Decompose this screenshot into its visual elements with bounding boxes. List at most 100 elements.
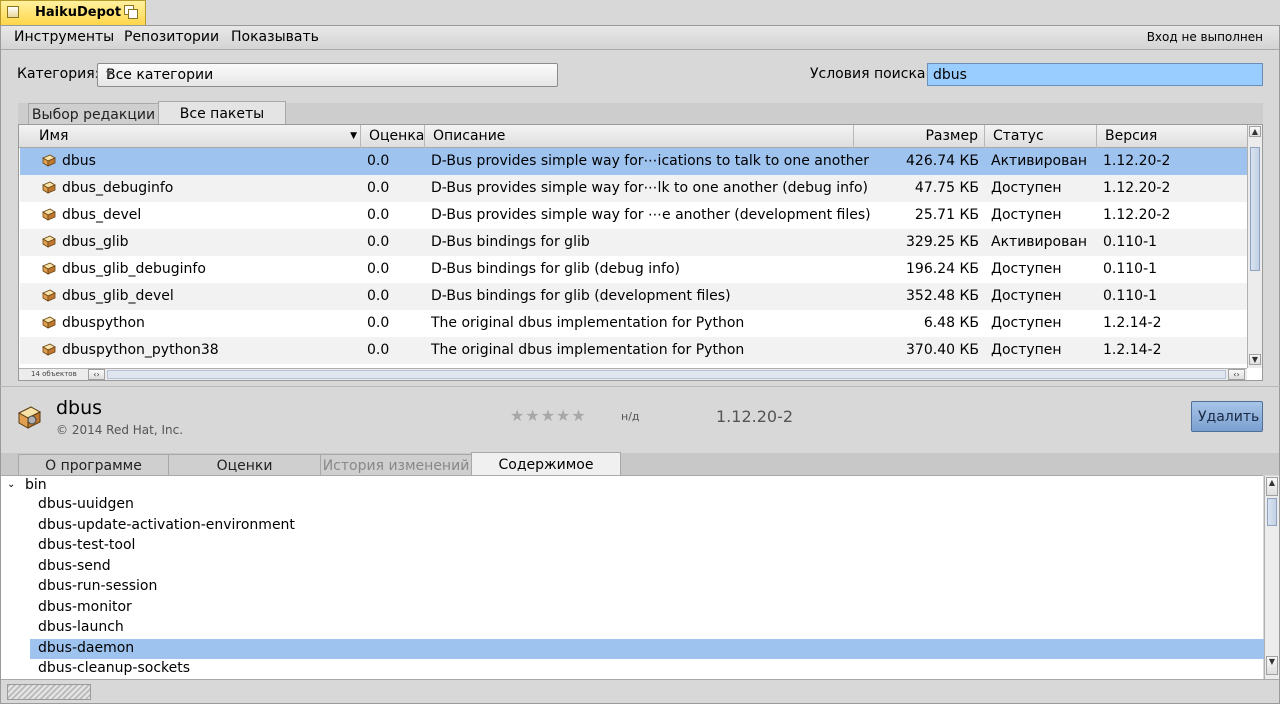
package-description: D-Bus bindings for glib (debug info): [431, 261, 680, 277]
scroll-up-arrow-icon[interactable]: ▲: [1249, 126, 1261, 137]
file-item[interactable]: dbus-daemon: [30, 638, 1265, 659]
package-name: dbus_glib_devel: [62, 288, 174, 304]
rating-value: н/д: [621, 410, 640, 423]
scrollbar-thumb[interactable]: [1250, 147, 1260, 271]
file-name: dbus-monitor: [38, 598, 132, 615]
splitter[interactable]: [0, 386, 1280, 387]
folder-bin[interactable]: bin: [25, 477, 47, 493]
contents-scroll-up-icon[interactable]: ▲: [1266, 477, 1278, 496]
column-name[interactable]: Имя ▼: [19, 125, 361, 148]
package-name: dbus_debuginfo: [62, 180, 174, 196]
package-status: Доступен: [991, 315, 1062, 331]
column-status[interactable]: Статус: [985, 125, 1097, 148]
package-version-cell: 1.12.20-2: [1103, 180, 1171, 196]
resize-grip-icon[interactable]: [7, 684, 91, 700]
package-size: 196.24 КБ: [906, 261, 979, 277]
package-icon: [42, 289, 56, 302]
file-item[interactable]: dbus-launch: [30, 618, 1265, 638]
package-row[interactable]: dbus_glib_devel 0.0 D-Bus bindings for gli…: [20, 283, 1247, 310]
menu-show[interactable]: Показывать: [231, 29, 319, 45]
login-status[interactable]: Вход не выполнен: [1147, 30, 1263, 44]
tab-featured[interactable]: Выбор редакции: [28, 103, 159, 125]
package-rating: 0.0: [367, 234, 390, 250]
package-description: D-Bus provides simple way for⋯ications t…: [431, 153, 870, 169]
package-status: Доступен: [991, 207, 1062, 223]
package-status: Доступен: [991, 288, 1062, 304]
file-item[interactable]: dbus-monitor: [30, 598, 1265, 618]
file-name: dbus-daemon: [38, 639, 135, 656]
file-item[interactable]: dbus-send: [30, 557, 1265, 577]
package-description: The original dbus implementation for Pyt…: [431, 342, 745, 358]
package-version-cell: 0.110-1: [1103, 234, 1158, 250]
column-rating[interactable]: Оценка: [361, 125, 425, 148]
package-list-hscrollbar[interactable]: 14 объектов ‹› ‹›: [19, 368, 1247, 380]
package-version-cell: 0.110-1: [1103, 261, 1158, 277]
tab-about[interactable]: О программе: [18, 454, 169, 476]
package-list-scrollbar[interactable]: ▲ ▼: [1247, 125, 1262, 368]
package-name: dbus_glib: [62, 234, 129, 250]
package-size: 352.48 КБ: [906, 288, 979, 304]
window-close-button[interactable]: [7, 6, 19, 18]
search-input[interactable]: [927, 63, 1263, 86]
package-copyright: © 2014 Red Hat, Inc.: [56, 423, 184, 437]
menu-bar: Инструменты Репозитории Показывать Вход …: [1, 26, 1279, 50]
package-row[interactable]: dbus 0.0 D-Bus provides simple way for⋯ica…: [20, 148, 1247, 175]
package-icon: [42, 316, 56, 329]
package-size: 329.25 КБ: [906, 234, 979, 250]
file-name: dbus-cleanup-sockets: [38, 660, 191, 676]
dropdown-arrow-icon: ▼: [106, 69, 113, 78]
package-status: Доступен: [991, 180, 1062, 196]
menu-repositories[interactable]: Репозитории: [124, 29, 219, 45]
package-name: dbus: [62, 153, 96, 169]
package-name: dbuspython: [62, 315, 145, 331]
package-row[interactable]: dbuspython_python38 0.0 The original dbus …: [20, 337, 1247, 364]
column-size[interactable]: Размер: [854, 125, 985, 148]
package-list-header: Имя ▼ Оценка Описание Размер Статус Верси…: [19, 125, 1247, 148]
tab-all-packages[interactable]: Все пакеты: [158, 101, 286, 125]
package-size: 370.40 КБ: [906, 342, 979, 358]
contents-scrollbar-thumb[interactable]: [1267, 498, 1277, 526]
package-version-cell: 1.12.20-2: [1103, 207, 1171, 223]
hscrollbar-thumb[interactable]: [107, 370, 1226, 379]
menu-tools[interactable]: Инструменты: [14, 29, 114, 45]
window-zoom-icon[interactable]: [124, 5, 138, 19]
tab-contents[interactable]: Содержимое: [471, 452, 621, 476]
file-name: dbus-update-activation-environment: [38, 516, 295, 533]
file-item[interactable]: dbus-uuidgen: [30, 495, 1265, 515]
file-name: dbus-send: [38, 557, 111, 574]
package-status: Доступен: [991, 342, 1062, 358]
status-bar: [1, 679, 1279, 703]
scroll-left-arrow-icon[interactable]: ‹›: [88, 369, 105, 380]
file-name: dbus-uuidgen: [38, 496, 134, 512]
file-item[interactable]: dbus-run-session: [30, 577, 1265, 597]
tab-ratings[interactable]: Оценки: [168, 454, 321, 476]
package-row[interactable]: dbuspython 0.0 The original dbus implement…: [20, 310, 1247, 337]
file-item[interactable]: dbus-cleanup-sockets: [30, 659, 1265, 679]
file-item[interactable]: dbus-update-activation-environment: [30, 516, 1265, 536]
category-label: Категория:: [17, 66, 100, 82]
package-name: dbus_devel: [62, 207, 142, 223]
column-version[interactable]: Версия: [1097, 125, 1247, 148]
uninstall-button[interactable]: Удалить: [1191, 401, 1263, 432]
package-row[interactable]: dbus_devel 0.0 D-Bus provides simple way f…: [20, 202, 1247, 229]
package-description: D-Bus bindings for glib: [431, 234, 590, 250]
package-row[interactable]: dbus_glib_debuginfo 0.0 D-Bus bindings for…: [20, 256, 1247, 283]
package-rating: 0.0: [367, 261, 390, 277]
window-title: HaikuDepot: [35, 5, 122, 20]
package-row[interactable]: dbus_debuginfo 0.0 D-Bus provides simple w…: [20, 175, 1247, 202]
tab-changelog[interactable]: История изменений: [320, 454, 472, 476]
scroll-down-arrow-icon[interactable]: ▼: [1249, 354, 1261, 365]
expand-chevron-icon[interactable]: ⌄: [7, 479, 15, 490]
package-row[interactable]: dbus_glib 0.0 D-Bus bindings for glib 329.2…: [20, 229, 1247, 256]
package-description: D-Bus provides simple way for⋯lk to one …: [431, 180, 868, 196]
contents-scroll-down-icon[interactable]: ▼: [1266, 656, 1278, 675]
package-status: Активирован: [991, 234, 1088, 250]
package-icon: [42, 181, 56, 194]
file-name: dbus-test-tool: [38, 537, 136, 553]
scroll-right-arrow-icon[interactable]: ‹›: [1228, 369, 1245, 380]
file-item[interactable]: dbus-test-tool: [30, 536, 1265, 556]
column-description[interactable]: Описание: [425, 125, 854, 148]
category-dropdown[interactable]: Все категории ▼: [97, 63, 558, 87]
contents-scrollbar[interactable]: ▲ ▼: [1264, 476, 1279, 679]
window-title-tab[interactable]: HaikuDepot: [0, 0, 146, 25]
